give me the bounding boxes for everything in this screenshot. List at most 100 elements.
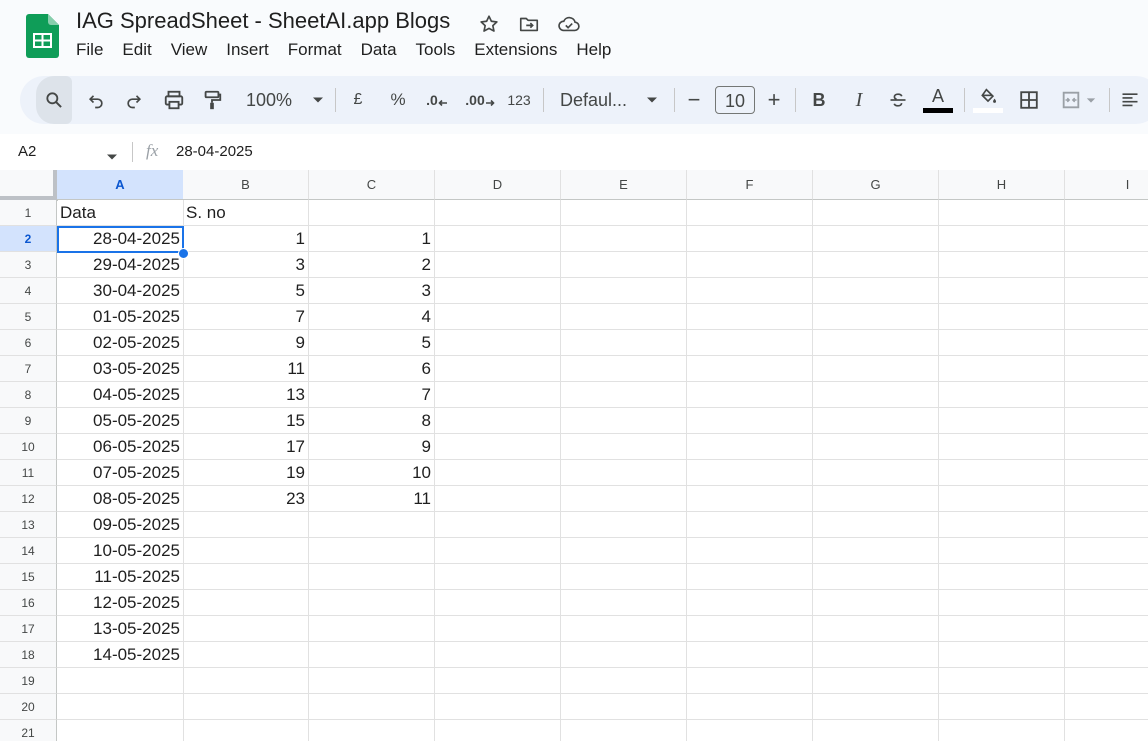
decrease-decimal-button[interactable]: .0 xyxy=(420,76,454,124)
cell-f10[interactable] xyxy=(687,434,813,460)
cell-f15[interactable] xyxy=(687,564,813,590)
cell-h18[interactable] xyxy=(939,642,1065,668)
cell-b1[interactable]: S. no xyxy=(183,200,309,226)
cell-a18[interactable]: 14-05-2025 xyxy=(57,642,184,668)
cell-f2[interactable] xyxy=(687,226,813,252)
cell-g17[interactable] xyxy=(813,616,939,642)
text-color-button[interactable]: A xyxy=(922,76,954,124)
cell-b21[interactable] xyxy=(183,720,309,741)
cell-i3[interactable] xyxy=(1065,252,1148,278)
cell-e12[interactable] xyxy=(561,486,687,512)
cell-h13[interactable] xyxy=(939,512,1065,538)
formula-input[interactable]: 28-04-2025 xyxy=(176,143,253,160)
cell-f17[interactable] xyxy=(687,616,813,642)
column-header-d[interactable]: D xyxy=(435,170,561,200)
cell-e2[interactable] xyxy=(561,226,687,252)
cell-c3[interactable]: 2 xyxy=(309,252,435,278)
cell-f11[interactable] xyxy=(687,460,813,486)
document-title[interactable]: IAG SpreadSheet - SheetAI.app Blogs xyxy=(76,8,450,34)
cell-c12[interactable]: 11 xyxy=(309,486,435,512)
cell-g9[interactable] xyxy=(813,408,939,434)
cell-b5[interactable]: 7 xyxy=(183,304,309,330)
chevron-down-icon[interactable] xyxy=(106,148,118,166)
cell-f18[interactable] xyxy=(687,642,813,668)
cell-c20[interactable] xyxy=(309,694,435,720)
cell-a15[interactable]: 11-05-2025 xyxy=(57,564,184,590)
menu-file[interactable]: File xyxy=(76,40,113,60)
cell-i8[interactable] xyxy=(1065,382,1148,408)
cell-h7[interactable] xyxy=(939,356,1065,382)
cell-c15[interactable] xyxy=(309,564,435,590)
cell-i19[interactable] xyxy=(1065,668,1148,694)
cell-a14[interactable]: 10-05-2025 xyxy=(57,538,184,564)
cell-g12[interactable] xyxy=(813,486,939,512)
sheets-logo-icon[interactable] xyxy=(26,14,59,58)
cell-f9[interactable] xyxy=(687,408,813,434)
cell-a7[interactable]: 03-05-2025 xyxy=(57,356,184,382)
cell-h1[interactable] xyxy=(939,200,1065,226)
fill-handle[interactable] xyxy=(178,248,189,259)
move-folder-icon[interactable] xyxy=(516,11,542,37)
cell-c9[interactable]: 8 xyxy=(309,408,435,434)
cell-h15[interactable] xyxy=(939,564,1065,590)
cell-b20[interactable] xyxy=(183,694,309,720)
cell-b13[interactable] xyxy=(183,512,309,538)
cell-e16[interactable] xyxy=(561,590,687,616)
cell-h2[interactable] xyxy=(939,226,1065,252)
row-header[interactable]: 8 xyxy=(0,382,57,408)
cell-c5[interactable]: 4 xyxy=(309,304,435,330)
cell-g8[interactable] xyxy=(813,382,939,408)
cell-b19[interactable] xyxy=(183,668,309,694)
cell-h11[interactable] xyxy=(939,460,1065,486)
menu-tools[interactable]: Tools xyxy=(416,40,466,60)
row-header[interactable]: 10 xyxy=(0,434,57,460)
cell-h20[interactable] xyxy=(939,694,1065,720)
cell-d14[interactable] xyxy=(435,538,561,564)
cell-d10[interactable] xyxy=(435,434,561,460)
cell-c14[interactable] xyxy=(309,538,435,564)
cell-i10[interactable] xyxy=(1065,434,1148,460)
row-header[interactable]: 15 xyxy=(0,564,57,590)
column-header-b[interactable]: B xyxy=(183,170,309,200)
increase-decimal-button[interactable]: .00 xyxy=(460,76,500,124)
cell-f3[interactable] xyxy=(687,252,813,278)
row-header[interactable]: 16 xyxy=(0,590,57,616)
cell-h5[interactable] xyxy=(939,304,1065,330)
cell-c16[interactable] xyxy=(309,590,435,616)
font-family-select[interactable]: Defaul... xyxy=(554,76,664,124)
row-header[interactable]: 7 xyxy=(0,356,57,382)
cell-d13[interactable] xyxy=(435,512,561,538)
cell-g1[interactable] xyxy=(813,200,939,226)
decrease-font-size-button[interactable]: − xyxy=(682,76,706,124)
percent-format-button[interactable]: % xyxy=(384,76,412,124)
cell-d5[interactable] xyxy=(435,304,561,330)
menu-extensions[interactable]: Extensions xyxy=(474,40,567,60)
cell-c11[interactable]: 10 xyxy=(309,460,435,486)
cell-b15[interactable] xyxy=(183,564,309,590)
undo-button[interactable] xyxy=(80,76,112,124)
cell-d2[interactable] xyxy=(435,226,561,252)
cell-a6[interactable]: 02-05-2025 xyxy=(57,330,184,356)
cell-i16[interactable] xyxy=(1065,590,1148,616)
cell-e19[interactable] xyxy=(561,668,687,694)
cell-e21[interactable] xyxy=(561,720,687,741)
cell-c2[interactable]: 1 xyxy=(309,226,435,252)
increase-font-size-button[interactable]: + xyxy=(762,76,786,124)
row-header[interactable]: 18 xyxy=(0,642,57,668)
menu-insert[interactable]: Insert xyxy=(226,40,279,60)
cell-c1[interactable] xyxy=(309,200,435,226)
cell-g2[interactable] xyxy=(813,226,939,252)
cell-e3[interactable] xyxy=(561,252,687,278)
search-menus-button[interactable] xyxy=(36,76,72,124)
cell-b3[interactable]: 3 xyxy=(183,252,309,278)
cell-b10[interactable]: 17 xyxy=(183,434,309,460)
cell-i5[interactable] xyxy=(1065,304,1148,330)
name-box[interactable]: A2 xyxy=(18,143,36,160)
cell-g20[interactable] xyxy=(813,694,939,720)
cell-f21[interactable] xyxy=(687,720,813,741)
cell-a11[interactable]: 07-05-2025 xyxy=(57,460,184,486)
menu-edit[interactable]: Edit xyxy=(122,40,161,60)
cell-a9[interactable]: 05-05-2025 xyxy=(57,408,184,434)
cell-e15[interactable] xyxy=(561,564,687,590)
cell-b7[interactable]: 11 xyxy=(183,356,309,382)
